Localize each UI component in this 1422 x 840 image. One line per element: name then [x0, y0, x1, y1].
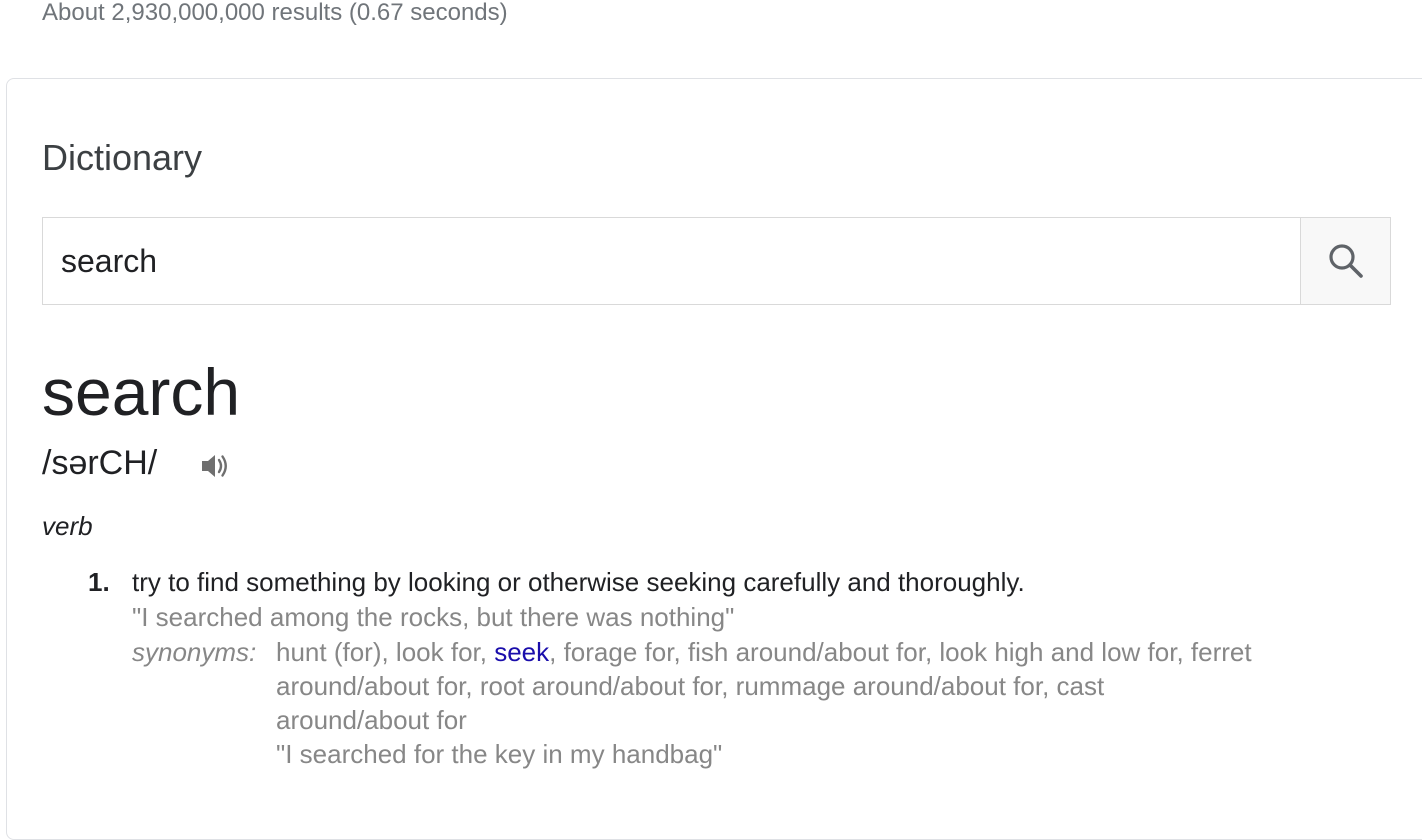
headword: search: [42, 355, 241, 429]
synonyms-label: synonyms:: [132, 637, 257, 667]
synonyms-line: hunt (for), look for, seek, forage for, …: [276, 635, 1386, 669]
dictionary-search-box: [42, 217, 1300, 305]
synonym-link-seek[interactable]: seek: [494, 637, 549, 667]
sense-example: "I searched among the rocks, but there w…: [132, 602, 735, 632]
synonyms-text: hunt (for), look for,: [276, 637, 495, 667]
dictionary-search-input[interactable]: [61, 218, 1261, 304]
pronunciation-audio-button[interactable]: [198, 449, 232, 483]
phonetic-spelling: /sərCH/: [42, 444, 158, 482]
section-title: Dictionary: [42, 137, 203, 178]
dictionary-search-button[interactable]: [1300, 217, 1391, 305]
sense-definition: try to find something by looking or othe…: [132, 567, 1025, 597]
synonyms-text: , forage for, fish around/about for, loo…: [549, 637, 1252, 667]
synonyms-list: hunt (for), look for, seek, forage for, …: [276, 635, 1386, 771]
synonyms-line: around/about for: [276, 705, 467, 735]
synonyms-line: around/about for, root around/about for,…: [276, 671, 1105, 701]
search-icon: [1328, 244, 1363, 278]
synonyms-example: "I searched for the key in my handbag": [276, 739, 723, 769]
result-stats: About 2,930,000,000 results (0.67 second…: [42, 0, 508, 26]
sense-number: 1.: [88, 567, 110, 597]
part-of-speech: verb: [42, 511, 93, 541]
speaker-icon: [202, 455, 227, 477]
